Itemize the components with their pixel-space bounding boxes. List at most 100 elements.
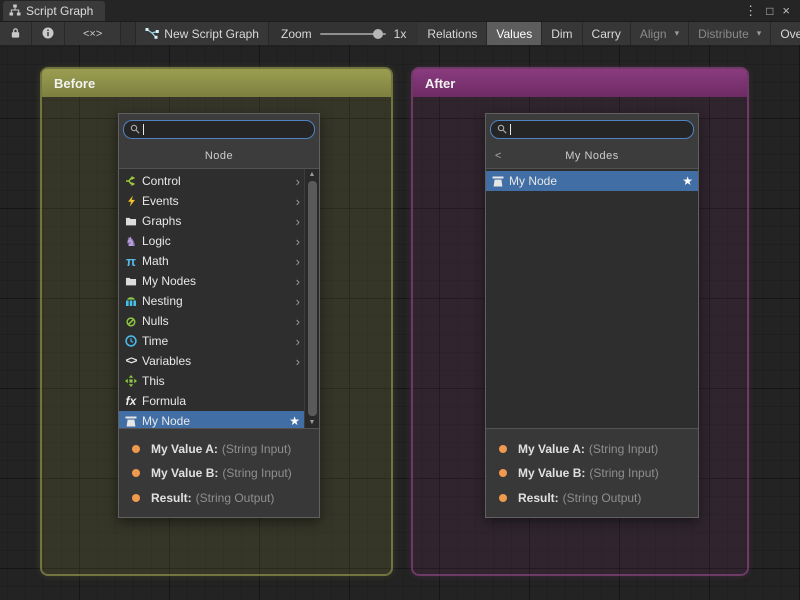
new-graph-icon bbox=[145, 27, 159, 41]
toolbar-button-values[interactable]: Values bbox=[487, 22, 542, 45]
search-field[interactable] bbox=[490, 120, 694, 139]
finder-item-math[interactable]: πMath› bbox=[119, 251, 305, 271]
group-before-header[interactable]: Before bbox=[42, 69, 391, 97]
info-icon bbox=[42, 27, 54, 41]
zoom-label: Zoom bbox=[281, 27, 312, 41]
time-icon bbox=[123, 334, 139, 348]
finder-item-label: Graphs bbox=[142, 214, 181, 228]
port-dot-icon bbox=[132, 494, 140, 502]
code-brackets-icon: <×> bbox=[83, 27, 102, 40]
favorite-star-icon[interactable]: ★ bbox=[289, 415, 300, 427]
inspect-button[interactable] bbox=[32, 22, 65, 45]
finder-item-label: Nesting bbox=[142, 294, 183, 308]
group-before-title: Before bbox=[54, 76, 95, 91]
group-after-header[interactable]: After bbox=[413, 69, 747, 97]
scroll-up-icon[interactable]: ▲ bbox=[309, 169, 316, 180]
finder-item-variables[interactable]: <>Variables› bbox=[119, 351, 305, 371]
kebab-menu-button[interactable]: ⋮ bbox=[744, 4, 757, 17]
port-dot-icon bbox=[132, 445, 140, 453]
finder-item-label: Math bbox=[142, 254, 169, 268]
zoom-control: Zoom 1x bbox=[269, 22, 418, 45]
toolbar-button-relations[interactable]: Relations bbox=[418, 22, 487, 45]
chevron-right-icon: › bbox=[296, 295, 300, 308]
lock-button[interactable] bbox=[0, 22, 32, 45]
chevron-right-icon: › bbox=[296, 235, 300, 248]
search-input[interactable] bbox=[124, 121, 314, 138]
folder-icon bbox=[123, 274, 139, 288]
finder-item-this[interactable]: This bbox=[119, 371, 305, 391]
toolbar-button-label: Relations bbox=[427, 27, 477, 41]
new-script-graph-button[interactable]: New Script Graph bbox=[135, 22, 269, 45]
scroll-down-icon[interactable]: ▼ bbox=[309, 417, 316, 428]
close-button[interactable]: × bbox=[782, 4, 790, 17]
port-row-my-value-a: My Value A:(String Input) bbox=[119, 442, 319, 456]
logic-icon: ♞ bbox=[123, 234, 139, 248]
toolbar-button-align[interactable]: Align▾ bbox=[631, 22, 689, 45]
toolbar-button-distribute[interactable]: Distribute▾ bbox=[689, 22, 771, 45]
breadcrumb: < My Nodes bbox=[486, 144, 698, 168]
finder-item-logic[interactable]: ♞Logic› bbox=[119, 231, 305, 251]
node-icon bbox=[123, 414, 139, 428]
toolbar-button-label: Distribute bbox=[698, 27, 749, 41]
port-dot-icon bbox=[499, 469, 507, 477]
list-header: Node bbox=[119, 144, 319, 168]
port-name: Result: bbox=[151, 491, 192, 505]
scrollbar-thumb[interactable] bbox=[308, 181, 317, 416]
toolbar-button-carry[interactable]: Carry bbox=[583, 22, 631, 45]
toolbar-button-overview[interactable]: Overview bbox=[771, 22, 800, 45]
events-icon bbox=[123, 194, 139, 208]
port-name: Result: bbox=[518, 491, 559, 505]
finder-item-events[interactable]: Events› bbox=[119, 191, 305, 211]
maximize-button[interactable]: □ bbox=[766, 5, 773, 17]
chevron-right-icon: › bbox=[296, 315, 300, 328]
search-input[interactable] bbox=[491, 121, 693, 138]
finder-item-control[interactable]: Control› bbox=[119, 171, 305, 191]
node-icon bbox=[490, 174, 506, 188]
finder-item-my-node[interactable]: My Node★ bbox=[486, 171, 698, 191]
view-toggle-buttons: RelationsValuesDimCarryAlign▾Distribute▾… bbox=[418, 22, 800, 45]
chevron-right-icon: › bbox=[296, 215, 300, 228]
chevron-right-icon: › bbox=[296, 175, 300, 188]
finder-item-my-nodes[interactable]: My Nodes› bbox=[119, 271, 305, 291]
variables-icon: <> bbox=[123, 354, 139, 368]
toolbar-button-label: Dim bbox=[551, 27, 572, 41]
port-name: My Value B: bbox=[518, 466, 585, 480]
edit-graph-button[interactable]: <×> bbox=[65, 22, 121, 45]
favorite-star-icon[interactable]: ★ bbox=[682, 175, 693, 187]
finder-item-nesting[interactable]: Nesting › bbox=[119, 291, 305, 311]
toolbar-button-dim[interactable]: Dim bbox=[542, 22, 582, 45]
port-type: (String Input) bbox=[589, 466, 658, 480]
dropdown-caret-icon: ▾ bbox=[675, 28, 680, 39]
port-type: (String Input) bbox=[222, 466, 291, 480]
graph-canvas[interactable]: Before After Node bbox=[0, 45, 800, 600]
port-dot-icon bbox=[499, 445, 507, 453]
finder-item-graphs[interactable]: Graphs › bbox=[119, 211, 305, 231]
finder-item-my-node[interactable]: My Node★ bbox=[119, 411, 305, 429]
finder-item-label: Events bbox=[142, 194, 179, 208]
port-type: (String Output) bbox=[563, 491, 642, 505]
port-row-my-value-a: My Value A:(String Input) bbox=[486, 442, 698, 456]
tab-script-graph[interactable]: Script Graph bbox=[3, 1, 105, 21]
scrollbar[interactable]: ▲ ▼ bbox=[304, 169, 319, 428]
nesting-icon bbox=[123, 294, 139, 308]
this-icon bbox=[123, 374, 139, 388]
finder-item-time[interactable]: Time› bbox=[119, 331, 305, 351]
new-script-graph-label: New Script Graph bbox=[164, 27, 259, 41]
port-row-result: Result: (String Output) bbox=[119, 491, 319, 505]
finder-item-formula[interactable]: fxFormula bbox=[119, 391, 305, 411]
finder-item-nulls[interactable]: ⊘Nulls› bbox=[119, 311, 305, 331]
port-type: (String Output) bbox=[196, 491, 275, 505]
zoom-slider[interactable] bbox=[320, 33, 386, 35]
node-list: ▲ ▼ Control›Events›Graphs›♞Logic›πMath›M… bbox=[119, 168, 319, 429]
zoom-slider-handle[interactable] bbox=[373, 29, 383, 39]
search-field[interactable] bbox=[123, 120, 315, 139]
list-header-label: Node bbox=[205, 150, 233, 162]
toolbar-button-label: Carry bbox=[592, 27, 621, 41]
folder-icon bbox=[123, 214, 139, 228]
breadcrumb-back-button[interactable]: < bbox=[495, 150, 502, 162]
port-row-result: Result: (String Output) bbox=[486, 491, 698, 505]
finder-item-label: This bbox=[142, 374, 165, 388]
formula-icon: fx bbox=[123, 394, 139, 408]
port-dot-icon bbox=[499, 494, 507, 502]
toolbar-button-label: Values bbox=[496, 27, 532, 41]
